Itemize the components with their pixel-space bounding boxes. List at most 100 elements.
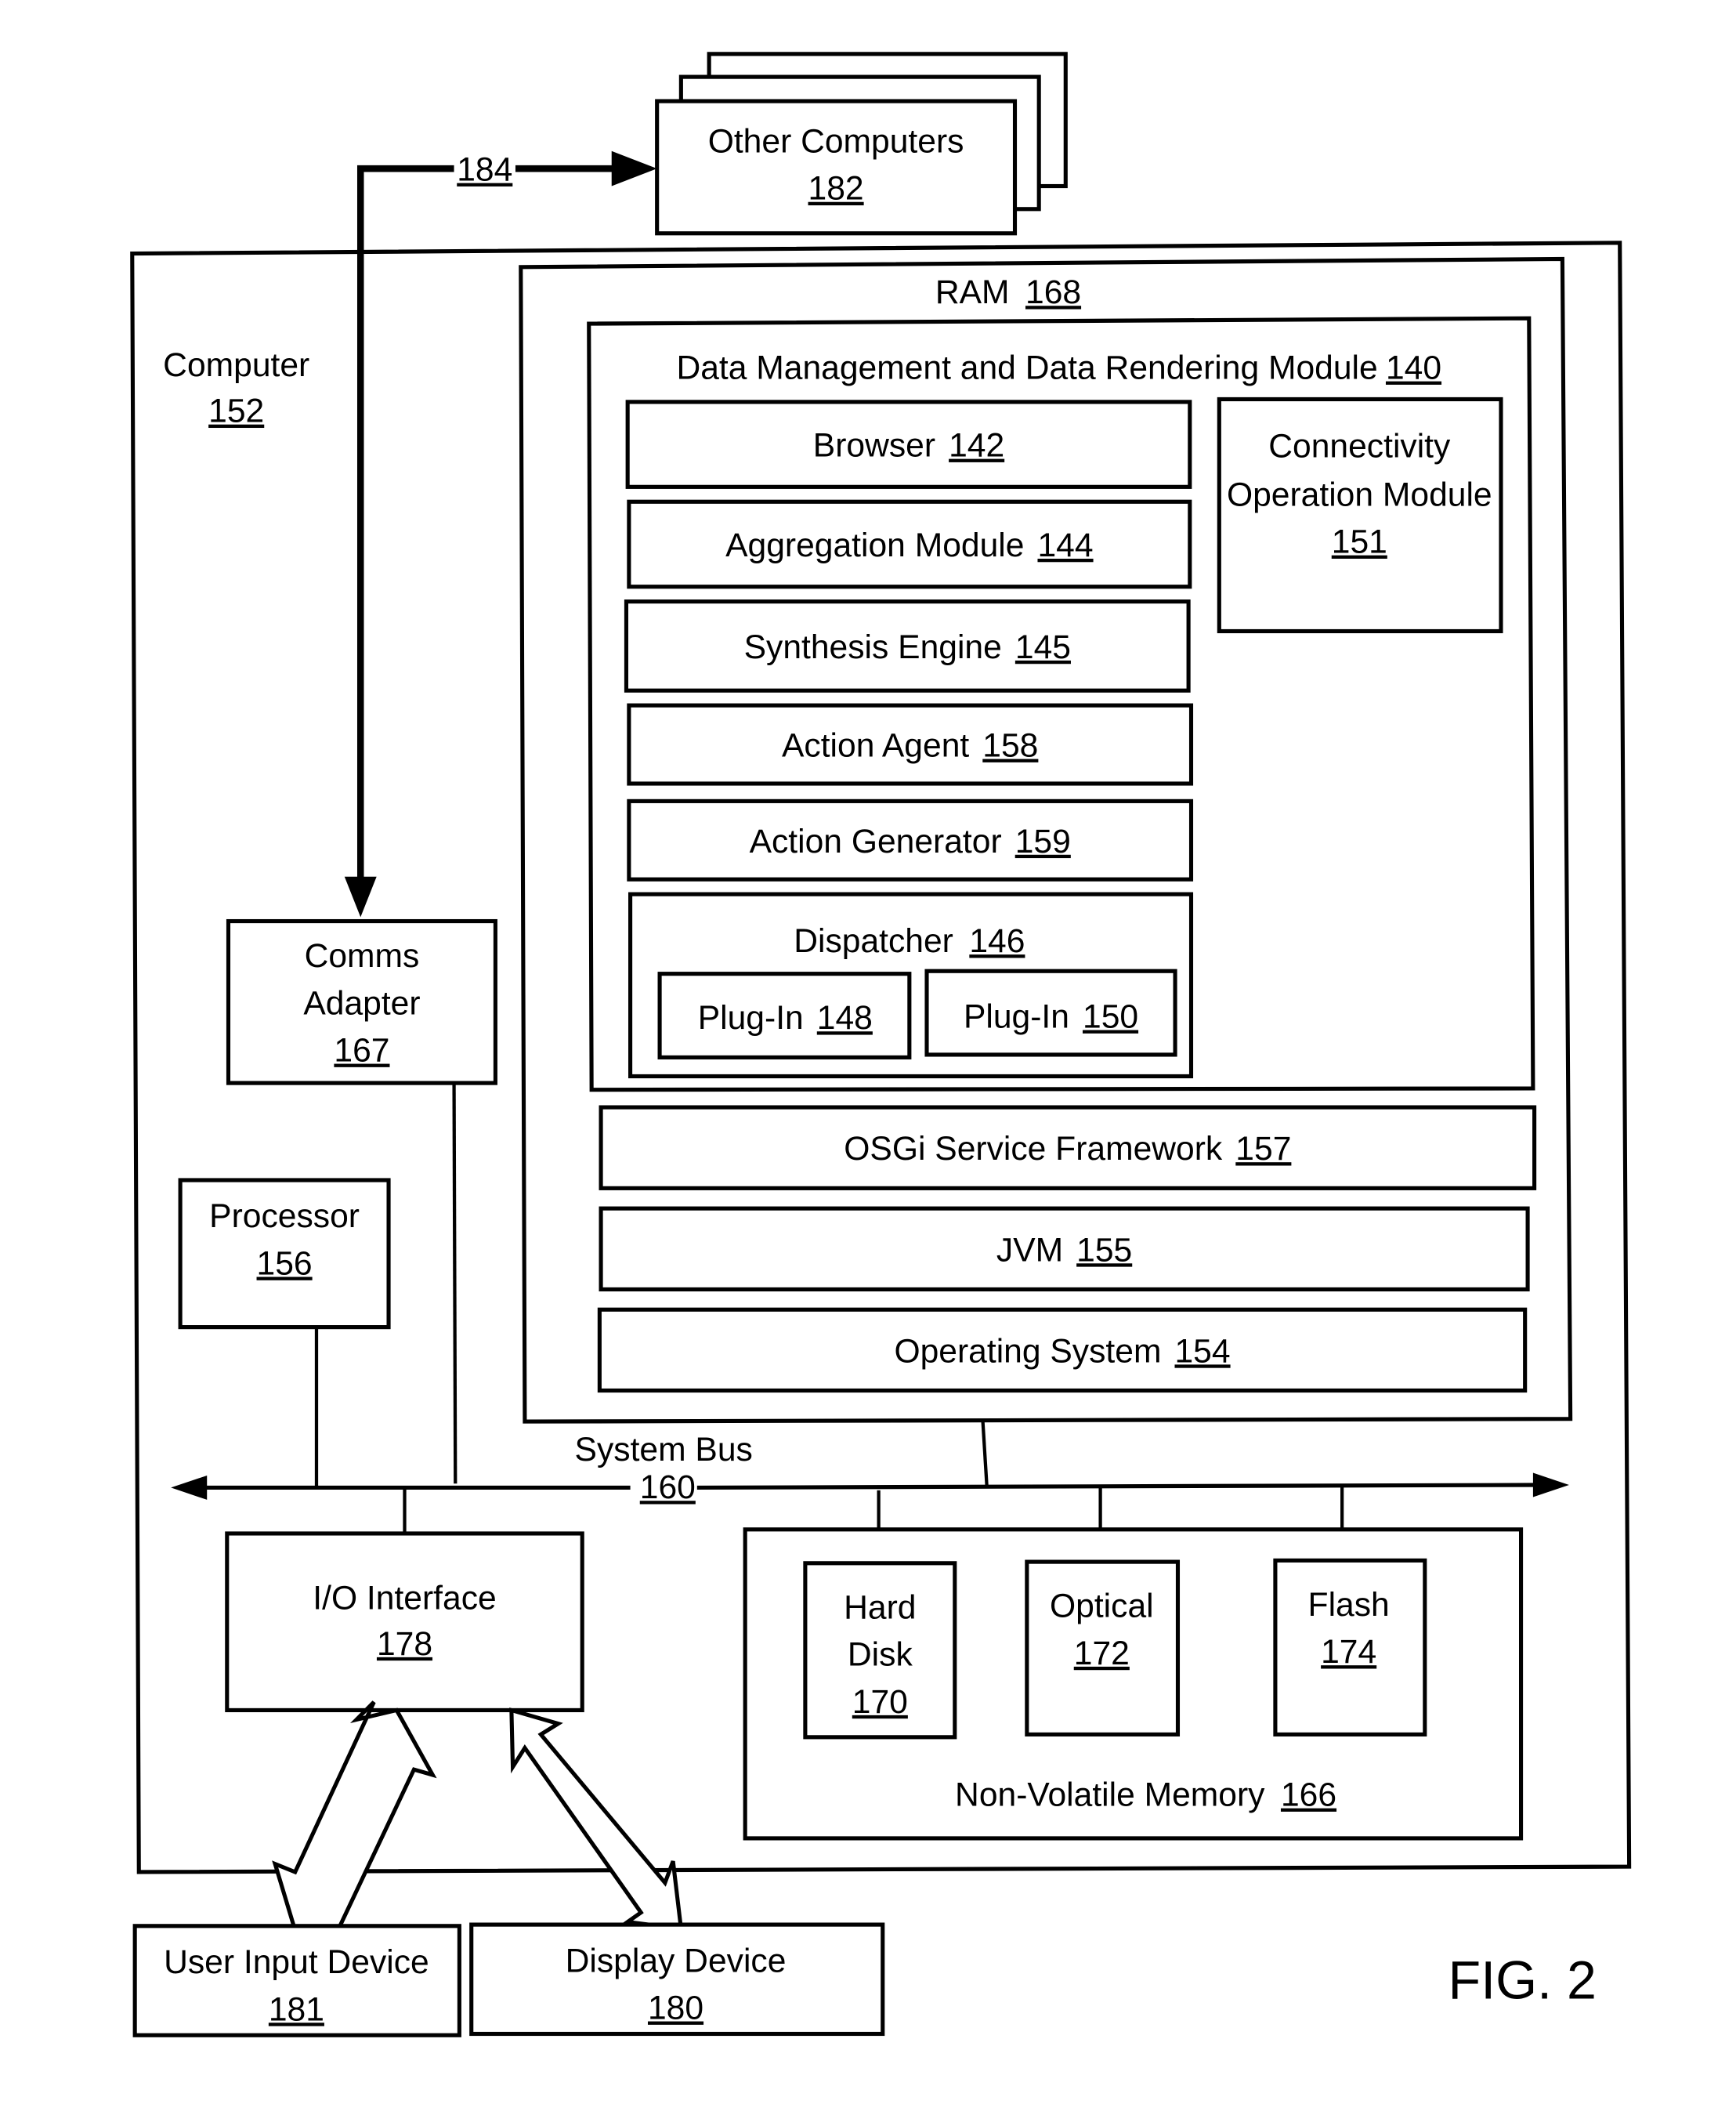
optical-ref: 172 xyxy=(1074,1635,1130,1672)
display-device: Display Device 180 xyxy=(469,1922,885,2037)
module-component: Synthesis Engine 145 xyxy=(624,599,1191,693)
flash-ref: 174 xyxy=(1321,1633,1376,1671)
ram-layer-label: OSGi Service Framework xyxy=(844,1130,1223,1168)
ram-label-text: RAM xyxy=(935,273,1010,311)
plugin-title: Plug-In 148 xyxy=(698,999,873,1037)
dispatcher-ref: 146 xyxy=(969,922,1025,960)
non-volatile-memory: Non-Volatile Memory 166 Hard Disk 170 Opt… xyxy=(743,1527,1524,1841)
ram-label: RAM 168 xyxy=(935,273,1081,311)
module-component: Browser 142 xyxy=(625,400,1192,489)
processor-ref: 156 xyxy=(257,1244,313,1282)
other-computers: Other Computers 182 xyxy=(655,52,1068,236)
module-component-title: Action Agent 158 xyxy=(782,726,1038,764)
system-bus-label: System Bus xyxy=(575,1431,753,1468)
plugin-label: Plug-In xyxy=(698,999,804,1037)
ram-layer: OSGi Service Framework 157 xyxy=(599,1105,1537,1190)
ram-layer: JVM 155 xyxy=(599,1206,1530,1292)
module-component-title: Aggregation Module 144 xyxy=(725,527,1093,564)
comms-adapter-line2: Adapter xyxy=(303,984,420,1022)
module-component-ref: 142 xyxy=(949,426,1004,464)
arrowhead-right-icon xyxy=(611,150,657,186)
module-component: Aggregation Module 144 xyxy=(627,499,1192,589)
processor-label: Processor xyxy=(209,1197,360,1235)
processor: Processor 156 xyxy=(178,1178,391,1330)
optical-line1: Optical xyxy=(1050,1587,1154,1624)
plugin-ref: 148 xyxy=(817,999,873,1037)
ram-layer-frame xyxy=(599,1206,1530,1292)
system-bus-ref: 160 xyxy=(640,1468,696,1506)
computer-architecture-diagram: Other Computers 182 Computer 152 184 RAM… xyxy=(130,52,1632,2037)
non-volatile-memory-ref: 166 xyxy=(1281,1776,1336,1813)
user-input-device: User Input Device 181 xyxy=(132,1924,461,2037)
other-computers-ref: 182 xyxy=(808,170,864,208)
ram: RAM 168 Data Management and Data Renderin… xyxy=(519,256,1573,1424)
plugin-title: Plug-In 150 xyxy=(964,998,1138,1035)
storage-device-optical: Optical 172 xyxy=(1025,1559,1181,1736)
comms-adapter-bus-connector xyxy=(452,1083,458,1484)
ram-layer-ref: 157 xyxy=(1235,1130,1291,1168)
data-management-ref: 140 xyxy=(1386,349,1441,386)
hard-disk-ref: 170 xyxy=(852,1683,908,1721)
module-component-title: Synthesis Engine 145 xyxy=(744,628,1071,666)
hard-disk-line2: Disk xyxy=(848,1635,913,1673)
storage-device-hard-disk: Hard Disk 170 xyxy=(803,1561,957,1740)
data-management-title: Data Management and Data Rendering Modul… xyxy=(676,349,1441,386)
module-component: Action Agent 158 xyxy=(627,703,1194,786)
storage-device-flash: Flash 174 xyxy=(1273,1558,1427,1736)
module-component-title: Action Generator 159 xyxy=(750,823,1071,860)
data-management-label: Data Management and Data Rendering Modul… xyxy=(676,349,1377,386)
other-computer-card-front xyxy=(655,99,1018,236)
comms-adapter-ref: 167 xyxy=(334,1031,389,1069)
ram-layer-list: OSGi Service Framework 157 JVM 155 Operating… xyxy=(597,1105,1537,1393)
ram-layer-ref: 154 xyxy=(1174,1332,1230,1370)
ram-layer-label: JVM xyxy=(996,1231,1063,1269)
module-component-label: Action Agent xyxy=(782,726,969,764)
comms-adapter-line1: Comms xyxy=(305,937,420,975)
ram-ref: 168 xyxy=(1025,273,1081,311)
dispatcher-title: Dispatcher 146 xyxy=(794,922,1025,960)
ram-layer-label: Operating System xyxy=(894,1332,1161,1370)
other-computers-label: Other Computers xyxy=(708,122,964,160)
module-component-label: Action Generator xyxy=(750,823,1002,860)
flash-line1: Flash xyxy=(1308,1586,1390,1624)
computer-label: Computer xyxy=(163,346,309,384)
module-component-label: Aggregation Module xyxy=(725,527,1024,564)
ram-layer: Operating System 154 xyxy=(597,1307,1528,1393)
module-component-label: Synthesis Engine xyxy=(744,628,1002,666)
module-component-ref: 159 xyxy=(1015,823,1071,860)
io-interface-frame xyxy=(225,1531,584,1713)
non-volatile-memory-label: Non-Volatile Memory xyxy=(955,1776,1265,1813)
hard-disk-line1: Hard xyxy=(844,1588,916,1626)
comms-adapter: Comms Adapter 167 xyxy=(226,918,497,1085)
module-component: Action Generator 159 xyxy=(627,799,1194,882)
module-component-ref: 158 xyxy=(982,726,1038,764)
plugin-ref: 150 xyxy=(1083,998,1138,1035)
plugin-label: Plug-In xyxy=(964,998,1069,1035)
plugin: Plug-In 150 xyxy=(924,969,1177,1057)
display-device-ref: 180 xyxy=(648,1989,703,2026)
plugin: Plug-In 148 xyxy=(657,972,912,1059)
connectivity-line2: Operation Module xyxy=(1227,476,1492,513)
module-component-label: Browser xyxy=(813,426,935,464)
network-ref: 184 xyxy=(457,150,512,188)
module-component-ref: 145 xyxy=(1015,628,1071,666)
io-interface: I/O Interface 178 xyxy=(225,1531,584,1713)
module-component-ref: 144 xyxy=(1037,527,1093,564)
user-input-device-label: User Input Device xyxy=(164,1943,429,1981)
dispatcher-label: Dispatcher xyxy=(794,922,953,960)
connectivity-operation-module: Connectivity Operation Module 151 xyxy=(1217,397,1503,634)
io-interface-label: I/O Interface xyxy=(313,1579,496,1617)
user-input-device-ref: 181 xyxy=(269,1990,324,2028)
module-component-title: Browser 142 xyxy=(813,426,1004,464)
display-device-label: Display Device xyxy=(566,1942,787,1979)
component-list: Browser 142 Aggregation Module 144 Synthesis… xyxy=(624,400,1194,882)
connectivity-line1: Connectivity xyxy=(1268,427,1451,465)
dispatcher: Dispatcher 146 Plug-In 148 Plug-In 150 xyxy=(628,892,1194,1079)
ram-layer-title: Operating System 154 xyxy=(894,1332,1230,1370)
bus-line-right xyxy=(696,1483,1536,1490)
data-management-module: Data Management and Data Rendering Modul… xyxy=(587,316,1535,1092)
figure-label: FIG. 2 xyxy=(1448,1950,1597,2010)
computer-ref: 152 xyxy=(208,393,264,430)
connectivity-ref: 151 xyxy=(1332,523,1387,560)
ram-layer-ref: 155 xyxy=(1076,1231,1132,1269)
